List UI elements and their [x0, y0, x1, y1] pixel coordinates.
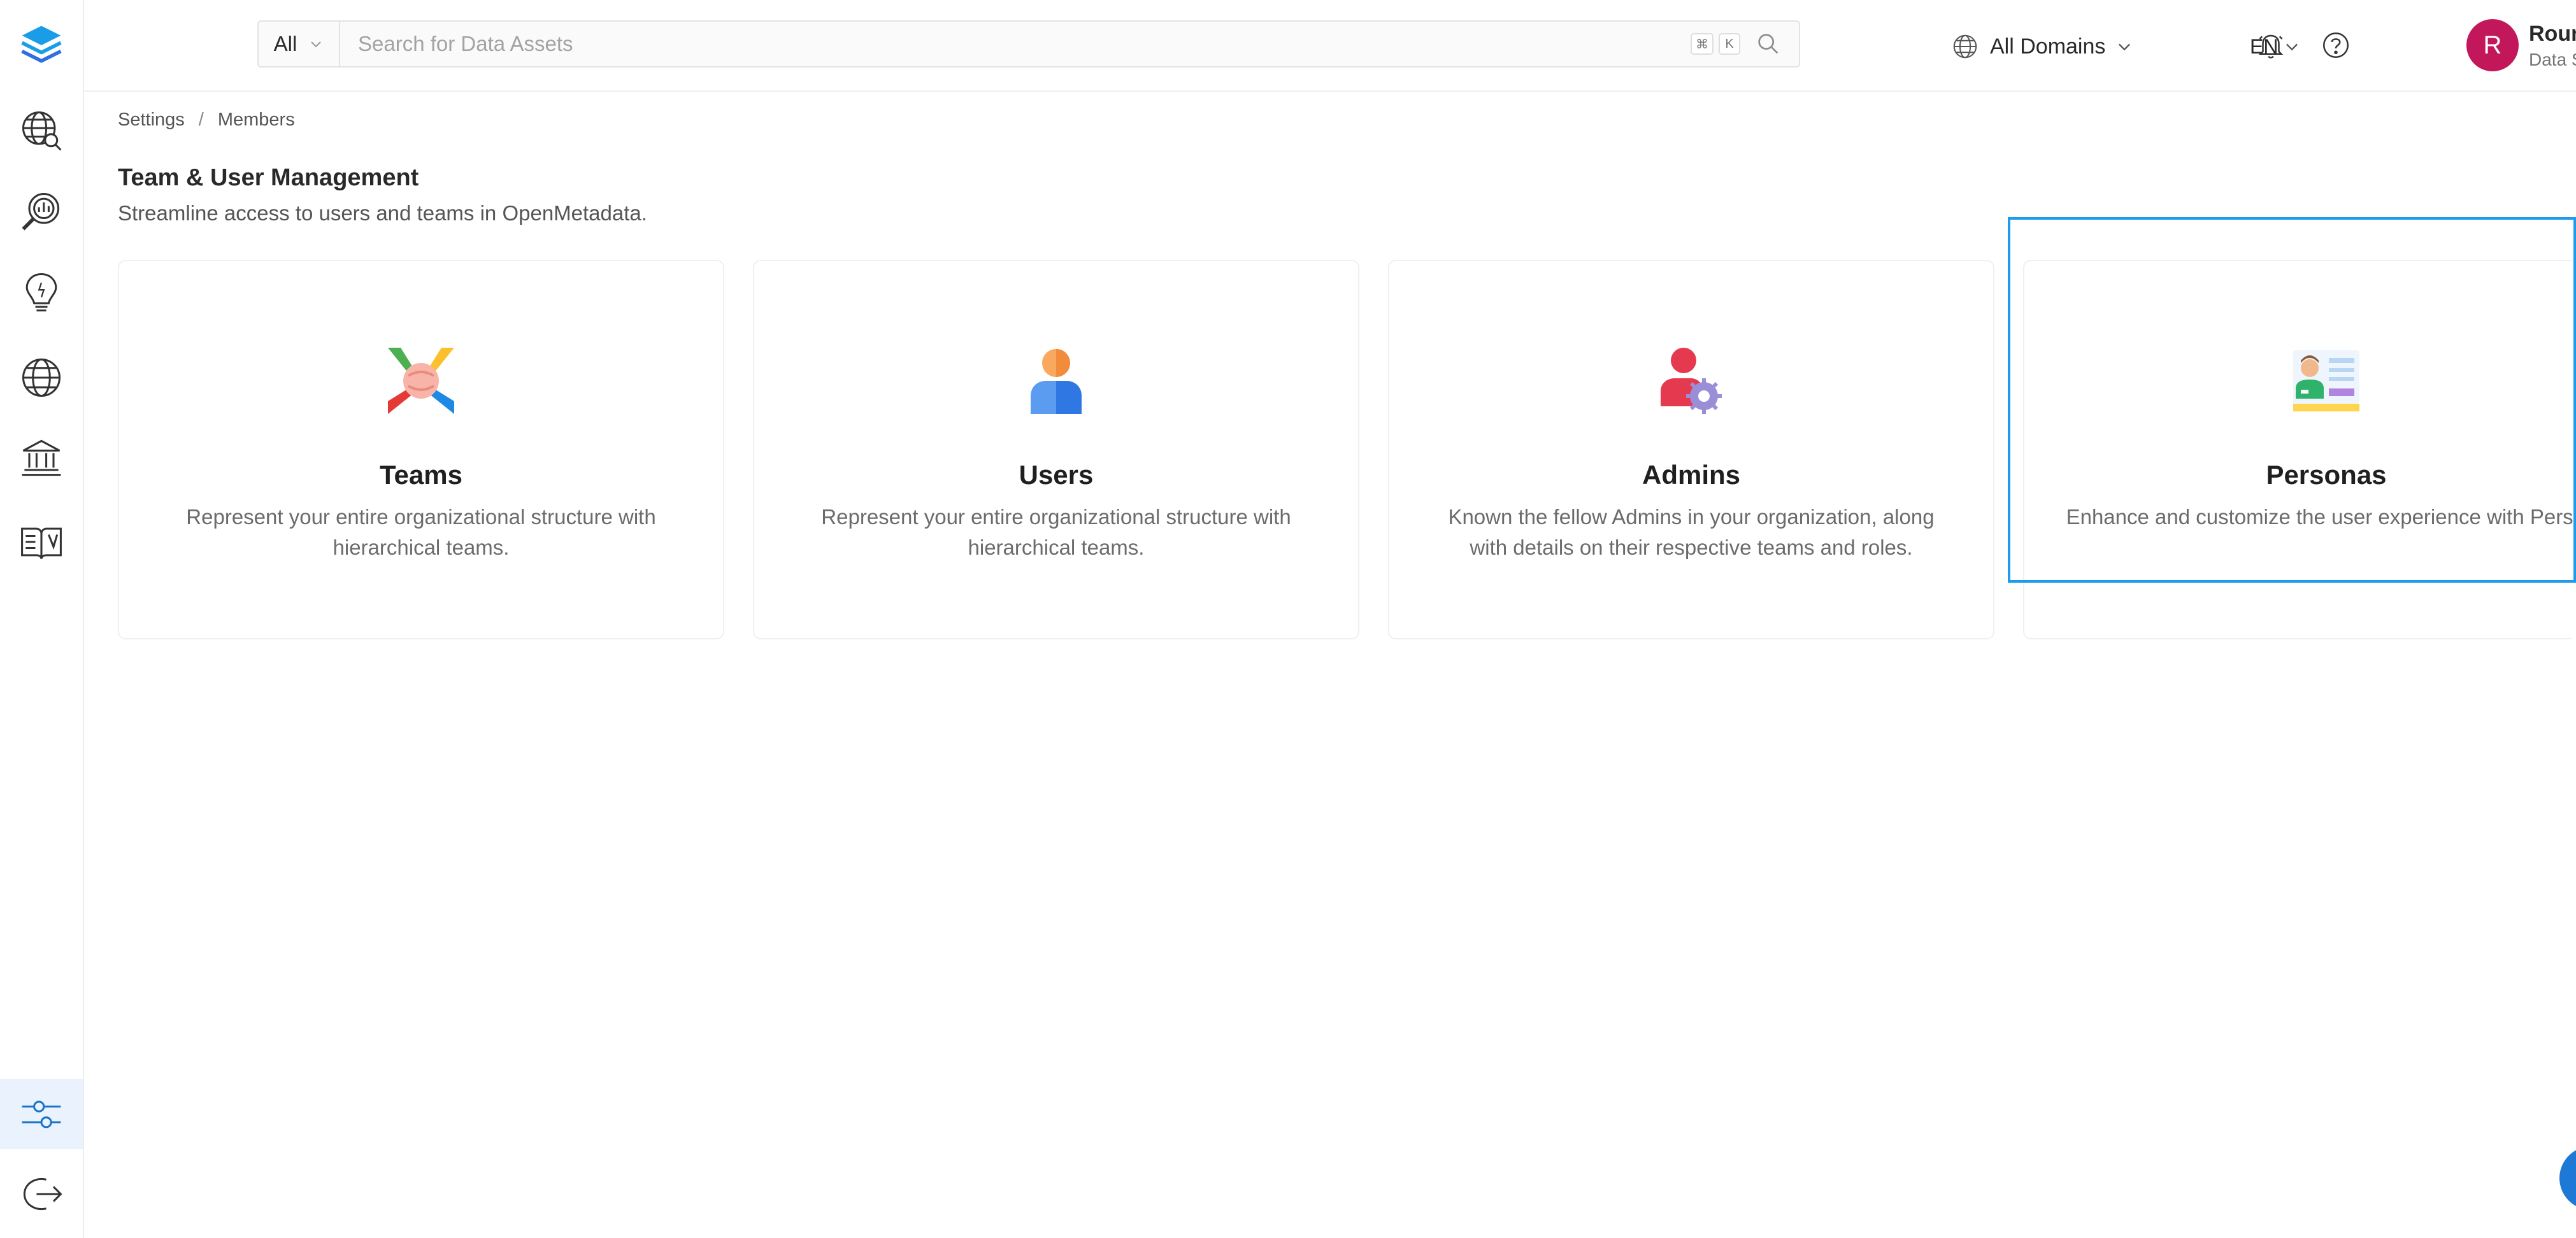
users-card[interactable]: Users Represent your entire organization… — [753, 260, 1359, 639]
card-title: Personas — [2266, 460, 2387, 490]
sidebar-item-governance[interactable] — [0, 423, 83, 493]
sidebar-item-settings[interactable] — [0, 1079, 83, 1149]
admins-card[interactable]: Admins Known the fellow Admins in your o… — [1388, 260, 1994, 639]
left-sidebar — [0, 0, 84, 1238]
card-description: Represent your entire organizational str… — [186, 505, 656, 559]
logout-icon — [23, 1178, 62, 1211]
admin-gear-icon — [1661, 348, 1722, 414]
card-description: Known the fellow Admins in your organiza… — [1448, 505, 1935, 559]
user-role: Data Steward — [2529, 50, 2576, 69]
teams-handshake-icon — [388, 348, 454, 414]
knowledge-book-icon — [21, 527, 62, 559]
card-description: Represent your entire organizational str… — [821, 505, 1291, 559]
globe-icon — [1953, 34, 1977, 59]
user-name[interactable]: Rounakpreet. — [2529, 22, 2576, 46]
domain-selector[interactable]: All Domains — [1950, 24, 2133, 69]
card-title: Teams — [380, 460, 462, 490]
search-bar: All ⌘ K — [257, 20, 1800, 68]
data-insights-icon — [22, 192, 60, 231]
page-subtitle: Streamline access to users and teams in … — [118, 201, 647, 225]
top-header: All ⌘ K All Domains EN R Rounakpreet. Da… — [84, 0, 2576, 92]
help-icon[interactable] — [2320, 29, 2352, 61]
breadcrumb: Settings / Members — [118, 110, 295, 131]
notification-bell-icon[interactable] — [2255, 29, 2287, 61]
user-avatar[interactable]: R — [2466, 19, 2519, 71]
search-input[interactable] — [340, 22, 1691, 66]
teams-card[interactable]: Teams Represent your entire organization… — [118, 260, 724, 639]
sidebar-item-observability[interactable] — [0, 177, 83, 247]
breadcrumb-members: Members — [217, 110, 295, 130]
governance-bank-icon — [22, 439, 61, 476]
personas-card[interactable]: Personas Enhance and customize the user … — [2023, 260, 2576, 639]
chevron-down-icon — [311, 41, 322, 48]
search-scope-label: All — [273, 32, 297, 55]
settings-sliders-icon — [22, 1100, 61, 1128]
app-logo[interactable] — [0, 10, 83, 80]
chevron-down-icon — [2119, 43, 2131, 51]
breadcrumb-settings[interactable]: Settings — [118, 110, 185, 131]
globe-search-icon — [22, 111, 62, 151]
shortcut-key-k: K — [1719, 33, 1740, 55]
persona-card-icon — [2293, 350, 2359, 411]
page-title: Team & User Management — [118, 164, 419, 191]
sidebar-item-logout[interactable] — [0, 1159, 83, 1229]
search-icon[interactable] — [1754, 30, 1782, 58]
layers-logo-icon — [21, 25, 62, 63]
sidebar-item-knowledge[interactable] — [0, 507, 83, 577]
domain-selector-label: All Domains — [1990, 34, 2106, 59]
user-icon — [1031, 349, 1082, 414]
shortcut-key-cmd: ⌘ — [1691, 33, 1714, 55]
card-title: Users — [1019, 460, 1094, 490]
card-title: Admins — [1642, 460, 1740, 490]
sidebar-item-insights[interactable] — [0, 257, 83, 327]
search-scope-dropdown[interactable]: All — [259, 22, 340, 66]
sidebar-item-explore[interactable] — [0, 96, 83, 166]
lightbulb-icon — [25, 273, 57, 312]
globe-icon — [22, 358, 61, 397]
chat-widget-button[interactable] — [2559, 1146, 2576, 1210]
breadcrumb-separator: / — [198, 110, 204, 130]
card-description: Enhance and customize the user experienc… — [2066, 505, 2576, 529]
sidebar-item-domains[interactable] — [0, 343, 83, 413]
